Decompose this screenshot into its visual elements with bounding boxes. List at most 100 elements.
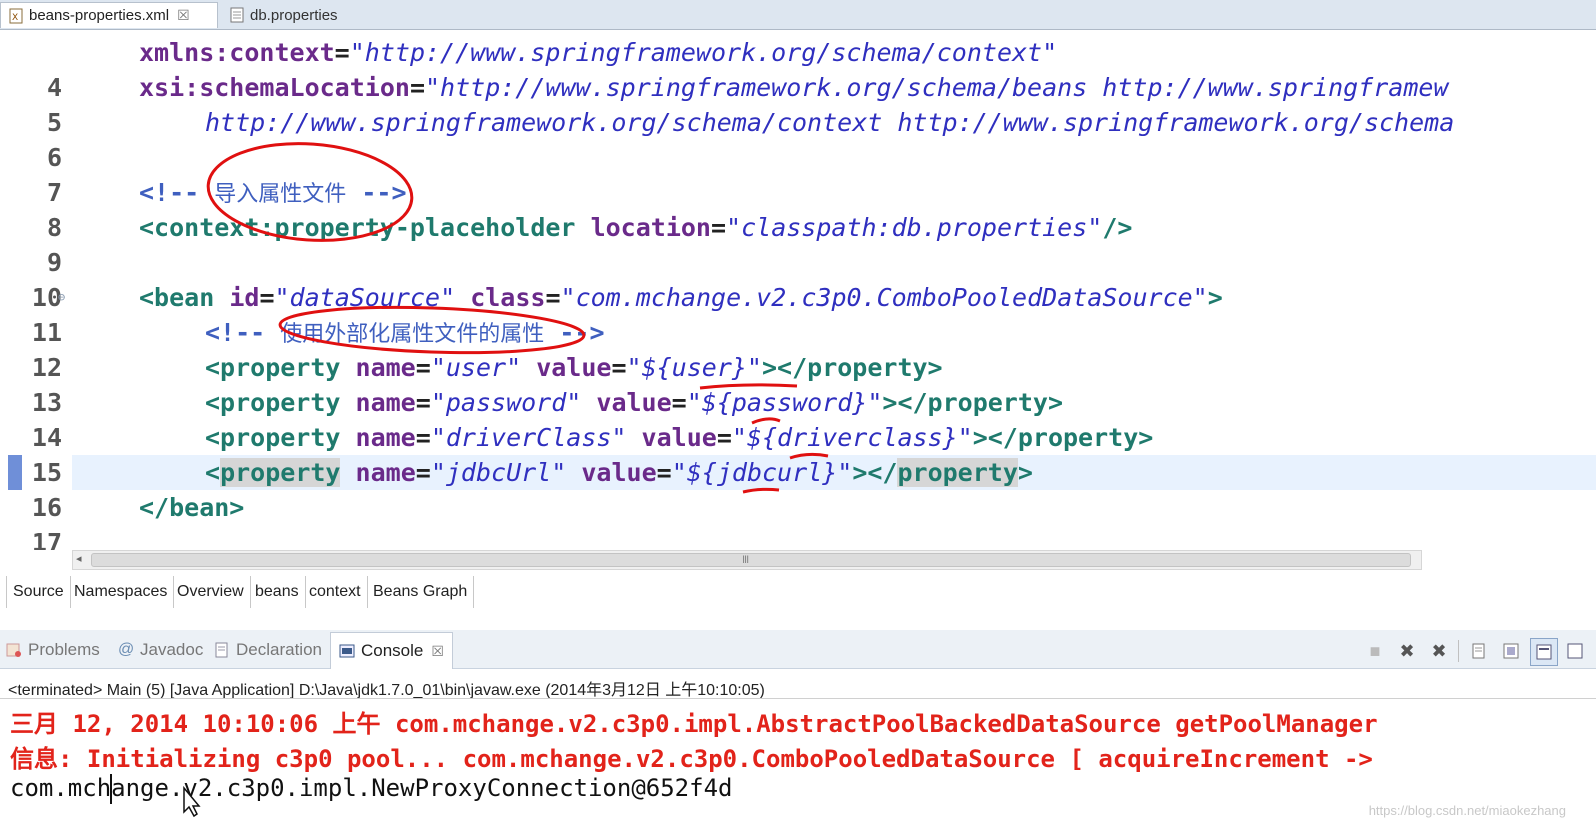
scrollbar-thumb[interactable]: III <box>91 553 1411 567</box>
tab-label: Overview <box>177 583 244 600</box>
attr-value: "dataSource" <box>274 283 456 312</box>
attr-name: value <box>596 388 672 417</box>
word-wrap-icon[interactable] <box>1530 638 1558 666</box>
equals-sign: = <box>415 388 431 417</box>
tab-context[interactable]: context <box>303 576 368 608</box>
close-icon[interactable]: ☒ <box>177 7 190 24</box>
attr-value: "${password}" <box>686 388 883 417</box>
tab-beans-properties-xml[interactable]: X beans-properties.xml ☒ <box>0 2 218 28</box>
tag-end: /> <box>1102 213 1133 242</box>
terminate-icon[interactable]: ■ <box>1362 638 1388 664</box>
attr-name: value <box>536 353 612 382</box>
code-line: 15 <property name="driverClass" value="$… <box>0 420 1596 487</box>
comment-text: 导入属性文件 <box>214 182 347 207</box>
tab-beans[interactable]: beans <box>249 576 306 608</box>
remove-all-terminated-icon[interactable]: ✖ <box>1426 638 1452 664</box>
tab-label: db.properties <box>250 6 338 24</box>
xml-source-editor[interactable]: 4 xmlns:context="http://www.springframew… <box>0 30 1596 550</box>
code-line: 8 <!-- 导入属性文件 --> <box>0 175 1596 242</box>
console-error-line: 信息: Initializing c3p0 pool... com.mchang… <box>10 745 1373 773</box>
attr-name: name <box>355 388 416 417</box>
console-output-line: com.mchange.v2.c3p0.impl.NewProxyConnect… <box>10 774 733 802</box>
attr-name: xsi:schemaLocation <box>139 73 410 102</box>
remove-launch-icon[interactable]: ✖ <box>1394 638 1420 664</box>
scroll-lock-icon[interactable] <box>1498 638 1524 664</box>
comment-close: --> <box>559 318 605 347</box>
text-file-icon <box>230 7 244 23</box>
tag-end: > <box>1207 283 1223 312</box>
tab-console[interactable]: Console ☒ <box>330 632 453 669</box>
code-line: 14 <property name="password" value="${pa… <box>0 385 1596 452</box>
tab-label: Declaration <box>236 640 322 659</box>
process-status-line: <terminated> Main (5) [Java Application]… <box>8 682 765 699</box>
equals-sign: = <box>415 353 431 382</box>
xml-file-icon: X <box>9 8 23 24</box>
tab-label: Beans Graph <box>373 583 468 600</box>
tag-name: <bean <box>139 283 215 312</box>
editor-tab-bar: X beans-properties.xml ☒ db.properties <box>0 0 1596 30</box>
tag-end: ></property> <box>761 353 943 382</box>
problems-icon <box>6 642 22 658</box>
tab-label: beans <box>255 583 299 600</box>
attr-name: value <box>641 423 717 452</box>
grip-icon: III <box>742 554 749 566</box>
tag-end: ></property> <box>882 388 1064 417</box>
watermark: https://blog.csdn.net/miaokezhang <box>1368 803 1566 818</box>
attr-name: id <box>229 283 260 312</box>
tab-beans-graph[interactable]: Beans Graph <box>367 576 475 608</box>
attr-value: "com.mchange.v2.c3p0.ComboPooledDataSour… <box>560 283 1208 312</box>
equals-sign: = <box>545 283 561 312</box>
tab-db-properties[interactable]: db.properties <box>222 2 362 28</box>
equals-sign: = <box>716 423 732 452</box>
tag-name: <property <box>205 353 341 382</box>
tag-end: ></property> <box>972 423 1154 452</box>
editor-page-tabs: Source Namespaces Overview beans context… <box>0 574 1596 610</box>
code-line: 10 <box>0 245 1596 312</box>
attr-name: class <box>470 283 546 312</box>
attr-name: location <box>590 213 711 242</box>
close-icon[interactable]: ☒ <box>431 643 444 660</box>
attr-value: http://www.springframework.org/schema/co… <box>205 108 1455 137</box>
svg-text:X: X <box>12 13 18 23</box>
comment-open: <!-- <box>139 178 200 207</box>
code-line: 13 <property name="user" value="${user}"… <box>0 350 1596 417</box>
declaration-icon <box>214 642 230 658</box>
attr-name: name <box>355 423 416 452</box>
tab-source[interactable]: Source <box>6 576 71 608</box>
tab-overview[interactable]: Overview <box>171 576 251 608</box>
attr-value: "user" <box>430 353 522 382</box>
comment-text: 使用外部化属性文件的属性 <box>280 322 545 347</box>
fold-collapse-icon[interactable]: ⊖ <box>58 280 65 315</box>
attr-value: "http://www.springframework.org/schema/b… <box>425 73 1449 102</box>
tab-label: Problems <box>28 640 100 659</box>
tab-problems[interactable]: Problems <box>6 635 100 665</box>
code-line: 18 <box>0 525 1596 550</box>
tab-label: Namespaces <box>74 583 168 600</box>
attr-value: "driverClass" <box>430 423 627 452</box>
code-line: 7 <box>0 140 1596 207</box>
equals-sign: = <box>710 213 727 242</box>
console-error-line: 三月 12, 2014 10:10:06 上午 com.mchange.v2.c… <box>10 710 1378 738</box>
code-line: 6 http://www.springframework.org/schema/… <box>0 105 1596 172</box>
tab-namespaces[interactable]: Namespaces <box>68 576 175 608</box>
tag-name: <property <box>205 423 341 452</box>
attr-name: xmlns:context <box>139 38 335 67</box>
clear-console-icon[interactable] <box>1466 638 1492 664</box>
code-line: 11 ⊖ <bean id="dataSource" class="com.mc… <box>0 280 1596 347</box>
text-cursor <box>110 774 112 804</box>
tab-javadoc[interactable]: @ Javadoc <box>118 635 203 665</box>
tag-name: <context:property-placeholder <box>139 213 576 242</box>
equals-sign: = <box>415 423 431 452</box>
tab-label: context <box>309 583 361 600</box>
console-icon <box>339 643 355 659</box>
attr-value: "${driverclass}" <box>731 423 973 452</box>
attr-name: name <box>355 353 416 382</box>
view-tab-bar: Problems @ Javadoc Declaration Console ☒… <box>0 630 1596 669</box>
tab-declaration[interactable]: Declaration <box>214 635 322 665</box>
comment-open: <!-- <box>205 318 266 347</box>
display-console-icon[interactable] <box>1562 638 1588 664</box>
scroll-left-arrow-icon[interactable]: ◂ <box>76 552 82 565</box>
equals-sign: = <box>611 353 627 382</box>
horizontal-scrollbar[interactable]: ◂ III <box>72 550 1422 570</box>
equals-sign: = <box>671 388 687 417</box>
